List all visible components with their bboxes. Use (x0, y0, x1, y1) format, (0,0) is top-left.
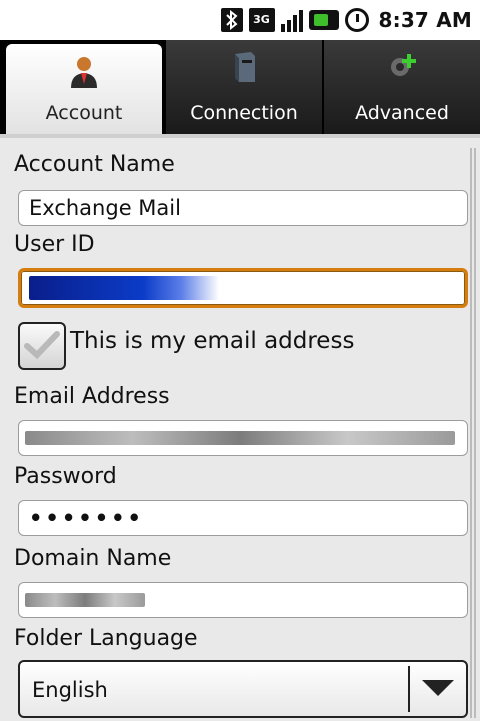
status-icons: 3G 8:37 AM (220, 4, 473, 36)
bluetooth-icon (220, 8, 243, 32)
network-label: 3G (253, 13, 270, 26)
user-id-label: User ID (14, 232, 95, 257)
scrollbar[interactable] (470, 148, 476, 718)
tab-advanced[interactable]: Advanced (322, 40, 480, 134)
password-value: ••••••• (29, 506, 144, 530)
email-address-label: Email Address (14, 384, 170, 409)
email-address-checkbox-label: This is my email address (70, 328, 355, 354)
server-icon (235, 52, 255, 82)
alarm-clock-icon (344, 8, 369, 32)
checkmark-icon (24, 331, 60, 360)
folder-language-select[interactable]: English (18, 660, 468, 718)
tab-advanced-label: Advanced (355, 102, 449, 124)
person-icon (71, 57, 97, 88)
password-input[interactable]: ••••••• (18, 500, 468, 536)
user-id-input[interactable] (18, 268, 468, 308)
status-time: 8:37 AM (378, 8, 472, 32)
account-settings-screen: 3G 8:37 AM Account Connection Advanced A… (0, 0, 480, 721)
email-address-input[interactable] (18, 420, 468, 456)
email-address-checkbox[interactable] (18, 322, 66, 370)
tab-connection-label: Connection (190, 102, 298, 124)
network-3g-icon: 3G (248, 8, 275, 32)
domain-name-label: Domain Name (14, 546, 172, 571)
domain-redacted-value (25, 593, 145, 607)
tab-account[interactable]: Account (6, 44, 162, 134)
folder-language-value: English (32, 678, 108, 702)
account-name-label: Account Name (14, 152, 175, 177)
account-form: Account Name Exchange Mail User ID This … (0, 134, 480, 721)
select-divider (408, 666, 410, 712)
password-label: Password (14, 464, 117, 489)
domain-name-input[interactable] (18, 582, 468, 618)
user-id-redacted-value (29, 276, 219, 300)
tab-connection[interactable]: Connection (164, 40, 322, 134)
account-name-value: Exchange Mail (29, 196, 181, 220)
signal-strength-icon (280, 8, 303, 32)
folder-language-label: Folder Language (14, 626, 198, 651)
tab-bar: Account Connection Advanced (0, 40, 480, 134)
gear-plus-icon (391, 54, 416, 76)
tab-account-label: Account (45, 102, 123, 124)
battery-icon (308, 10, 339, 30)
status-bar: 3G 8:37 AM (0, 0, 480, 40)
email-redacted-value (25, 431, 455, 445)
account-name-input[interactable]: Exchange Mail (18, 190, 468, 226)
chevron-down-icon (422, 680, 454, 696)
